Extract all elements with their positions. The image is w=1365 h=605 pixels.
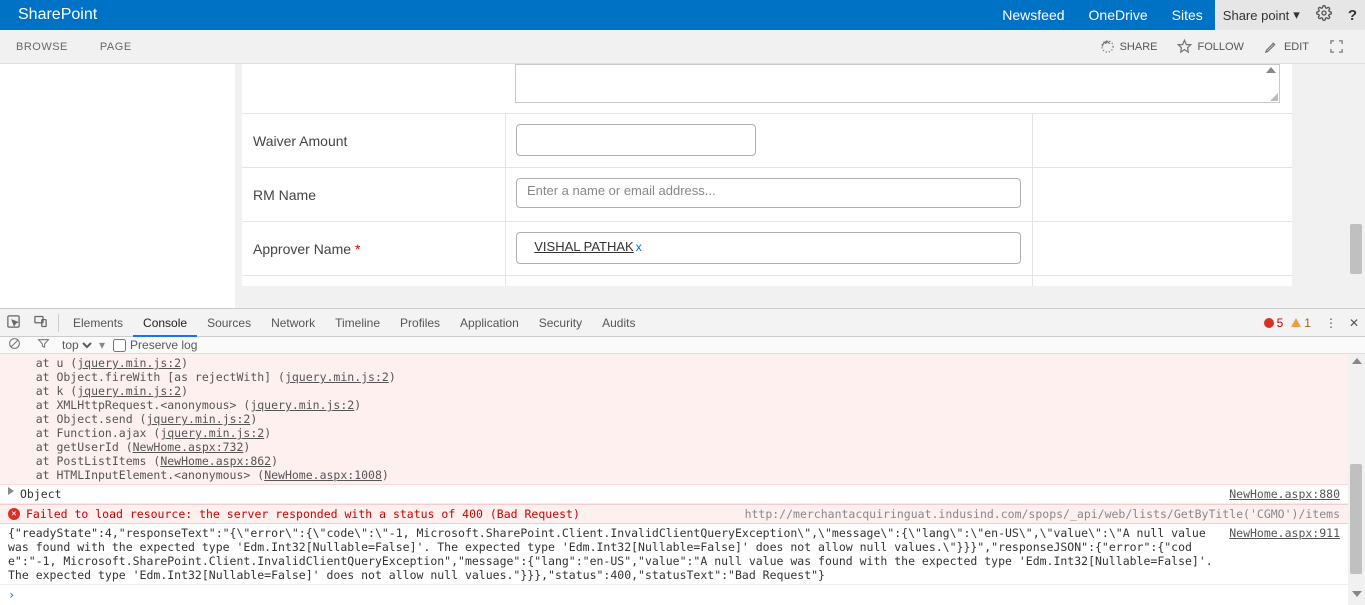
tab-security[interactable]: Security [529, 309, 592, 337]
approver-name-label: Approver Name * [242, 222, 505, 275]
notes-textarea[interactable] [515, 64, 1280, 103]
approver-name-input[interactable]: VISHAL PATHAKx [516, 232, 1021, 264]
ribbon-share[interactable]: SHARE [1090, 39, 1168, 54]
suite-bar: SharePoint Newsfeed OneDrive Sites Share… [0, 0, 1365, 30]
tab-application[interactable]: Application [450, 309, 529, 337]
tab-profiles[interactable]: Profiles [390, 309, 450, 337]
json-source[interactable]: NewHome.aspx:911 [1229, 526, 1340, 582]
console-scrollbar[interactable] [1348, 354, 1365, 605]
preserve-log-label: Preserve log [130, 338, 197, 352]
console-output[interactable]: at u (jquery.min.js:2) at Object.fireWit… [0, 354, 1365, 605]
left-nav-placeholder [0, 64, 235, 308]
ribbon-follow-label: FOLLOW [1197, 41, 1243, 53]
ribbon-focus[interactable] [1319, 39, 1365, 54]
rm-name-label: RM Name [242, 168, 505, 221]
warning-count[interactable]: 1 [1287, 316, 1319, 330]
ribbon-edit[interactable]: EDIT [1254, 39, 1319, 54]
stack-trace: at u (jquery.min.js:2) at Object.fireWit… [0, 354, 1348, 485]
tab-timeline[interactable]: Timeline [325, 309, 390, 337]
ribbon-tab-browse[interactable]: BROWSE [0, 41, 84, 53]
console-object-row[interactable]: Object NewHome.aspx:880 [0, 485, 1348, 504]
console-prompt[interactable]: › [0, 585, 1348, 605]
json-body: {"readyState":4,"responseText":"{\"error… [8, 526, 1229, 582]
object-label: Object [20, 487, 62, 501]
ribbon-follow[interactable]: FOLLOW [1167, 39, 1253, 54]
devtools: Elements Console Sources Network Timelin… [0, 308, 1365, 605]
nav-sites[interactable]: Sites [1160, 7, 1215, 23]
stack-line: at HTMLInputElement.<anonymous> (NewHome… [8, 468, 1348, 482]
ribbon-share-label: SHARE [1120, 41, 1158, 53]
form-table: Waiver Amount RM Name Enter a name or em… [242, 64, 1292, 286]
source-link[interactable]: NewHome.aspx:732 [133, 440, 244, 454]
page-scrollbar[interactable] [1348, 64, 1365, 308]
source-link[interactable]: jquery.min.js:2 [250, 398, 354, 412]
source-link[interactable]: NewHome.aspx:880 [1229, 487, 1340, 501]
share-point-label: Share point [1223, 8, 1290, 23]
nav-newsfeed[interactable]: Newsfeed [990, 7, 1076, 23]
console-input[interactable] [21, 587, 1340, 603]
prompt-icon: › [8, 588, 15, 602]
gear-icon[interactable] [1308, 5, 1340, 25]
help-icon[interactable]: ? [1340, 7, 1365, 24]
chevron-down-icon: ▾ [1293, 7, 1300, 23]
error-icon: ✕ [8, 508, 20, 520]
expand-icon[interactable] [8, 487, 14, 495]
resize-grip-icon[interactable] [1268, 91, 1278, 101]
brand: SharePoint [0, 6, 115, 24]
tab-console[interactable]: Console [133, 309, 197, 337]
source-link[interactable]: jquery.min.js:2 [160, 426, 264, 440]
source-link[interactable]: NewHome.aspx:862 [160, 454, 271, 468]
ribbon-tab-page[interactable]: PAGE [84, 41, 148, 53]
waiver-amount-input[interactable] [516, 124, 756, 156]
focus-icon [1329, 39, 1344, 54]
stack-line: at getUserId (NewHome.aspx:732) [8, 440, 1348, 454]
share-point-menu[interactable]: Share point ▾ [1215, 7, 1308, 23]
ribbon: BROWSE PAGE SHARE FOLLOW EDIT [0, 30, 1365, 64]
source-link[interactable]: jquery.min.js:2 [146, 412, 250, 426]
source-link[interactable]: jquery.min.js:2 [77, 356, 181, 370]
person-chip[interactable]: VISHAL PATHAK [534, 239, 633, 254]
device-icon[interactable] [27, 314, 54, 332]
source-link[interactable]: jquery.min.js:2 [285, 370, 389, 384]
console-toolbar: top ▾ Preserve log [0, 337, 1365, 354]
remove-person-icon[interactable]: x [636, 240, 642, 254]
console-error-row: ✕ Failed to load resource: the server re… [0, 504, 1348, 524]
waiver-amount-label: Waiver Amount [242, 114, 505, 167]
filter-icon[interactable] [29, 337, 58, 353]
star-icon [1177, 39, 1192, 54]
stack-line: at Function.ajax (jquery.min.js:2) [8, 426, 1348, 440]
close-icon[interactable]: ✕ [1343, 316, 1365, 330]
pencil-icon [1264, 39, 1279, 54]
ribbon-edit-label: EDIT [1284, 41, 1309, 53]
tab-audits[interactable]: Audits [592, 309, 645, 337]
rm-name-input[interactable]: Enter a name or email address... [516, 178, 1021, 208]
share-icon [1100, 39, 1115, 54]
clear-console-icon[interactable] [0, 337, 29, 353]
stack-line: at Object.send (jquery.min.js:2) [8, 412, 1348, 426]
stack-line: at u (jquery.min.js:2) [8, 356, 1348, 370]
tab-elements[interactable]: Elements [63, 309, 133, 337]
nav-onedrive[interactable]: OneDrive [1077, 7, 1160, 23]
preserve-log-checkbox[interactable] [113, 339, 126, 352]
error-source[interactable]: http://merchantacquiringuat.indusind.com… [745, 507, 1340, 521]
stack-line: at XMLHttpRequest.<anonymous> (jquery.mi… [8, 398, 1348, 412]
stack-line: at k (jquery.min.js:2) [8, 384, 1348, 398]
console-json-row: {"readyState":4,"responseText":"{\"error… [0, 524, 1348, 585]
error-count[interactable]: 5 [1260, 316, 1288, 330]
stack-line: at PostListItems (NewHome.aspx:862) [8, 454, 1348, 468]
tab-network[interactable]: Network [261, 309, 325, 337]
context-select[interactable]: top [58, 337, 95, 353]
source-link[interactable]: jquery.min.js:2 [77, 384, 181, 398]
textarea-scrollbar[interactable] [1263, 65, 1279, 102]
source-link[interactable]: NewHome.aspx:1008 [264, 468, 382, 482]
devtools-tabs: Elements Console Sources Network Timelin… [0, 309, 1365, 337]
page-body: Waiver Amount RM Name Enter a name or em… [0, 64, 1365, 308]
error-message: Failed to load resource: the server resp… [26, 507, 580, 521]
kebab-icon[interactable]: ⋮ [1319, 316, 1343, 330]
inspect-icon[interactable] [0, 314, 27, 332]
stack-line: at Object.fireWith [as rejectWith] (jque… [8, 370, 1348, 384]
tab-sources[interactable]: Sources [197, 309, 261, 337]
